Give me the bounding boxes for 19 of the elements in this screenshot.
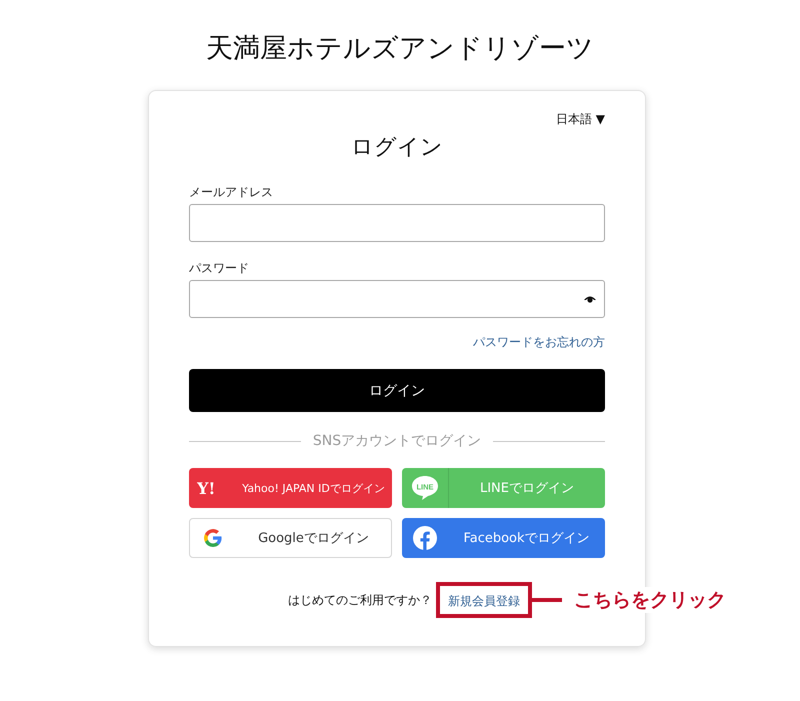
password-field[interactable]: [189, 280, 605, 318]
site-title: 天満屋ホテルズアンドリゾーツ: [206, 32, 594, 66]
eye-icon[interactable]: [584, 295, 596, 303]
yahoo-login-button[interactable]: Y! Yahoo! JAPAN IDでログイン: [189, 468, 392, 508]
signup-prompt: はじめてのご利用ですか？: [288, 592, 432, 608]
login-button[interactable]: ログイン: [189, 369, 605, 412]
sns-divider-label: SNSアカウントでログイン: [312, 432, 482, 450]
field-label: メールアドレス: [189, 184, 274, 201]
yahoo-logo-icon: Y!: [197, 479, 227, 497]
field-label: パスワード: [189, 260, 250, 277]
forgot-password-link[interactable]: パスワードをお忘れの方: [473, 334, 605, 351]
signup-link[interactable]: 新規会員登録: [448, 594, 520, 608]
login-heading: ログイン: [350, 134, 444, 162]
google-logo-icon: [203, 528, 223, 548]
google-login-button[interactable]: Googleでログイン: [189, 518, 392, 558]
email-field[interactable]: [189, 204, 605, 242]
facebook-login-button[interactable]: Facebookでログイン: [402, 518, 605, 558]
language-selector[interactable]: 日本語 ▼: [556, 111, 605, 128]
facebook-logo-icon: [413, 526, 437, 550]
